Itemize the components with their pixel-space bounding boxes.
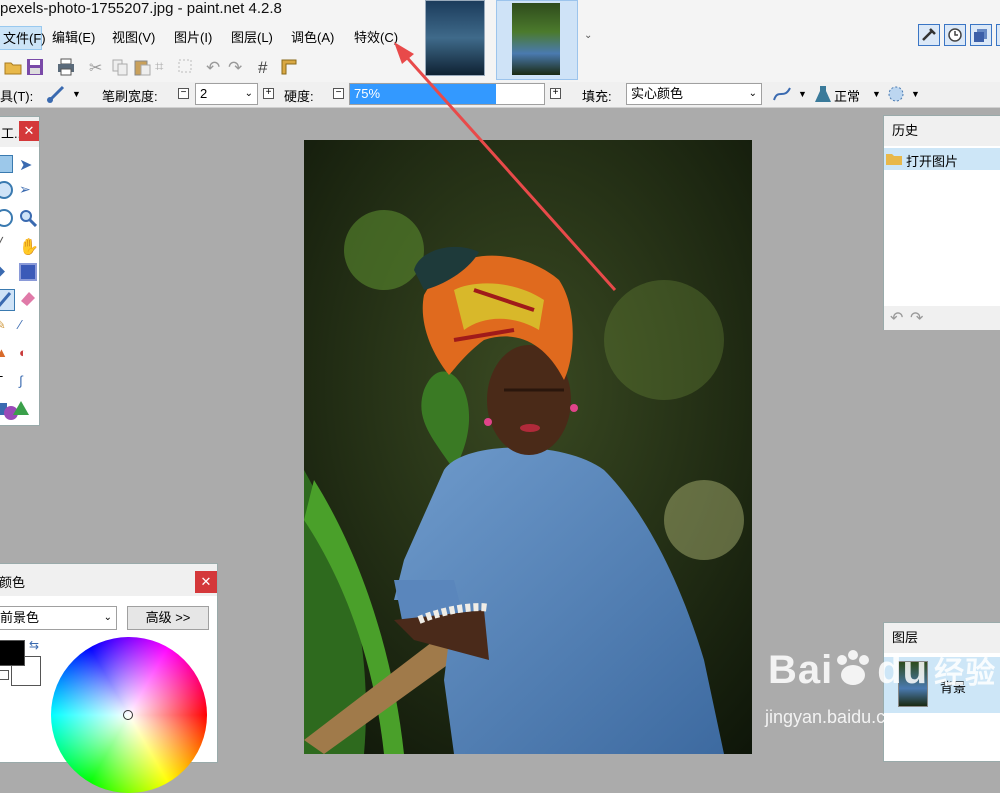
- annotation-arrow-icon: [394, 42, 617, 292]
- history-redo-icon[interactable]: ↷: [910, 308, 923, 328]
- zoom-icon[interactable]: [19, 209, 38, 228]
- chevron-down-icon: ⌄: [748, 88, 757, 99]
- paw-icon: [832, 648, 874, 690]
- menu-adjustments[interactable]: 调色(A): [287, 26, 338, 50]
- ellipse-select-icon[interactable]: [0, 181, 13, 199]
- history-item[interactable]: 打开图片: [884, 148, 1000, 170]
- recolor-icon[interactable]: ◐: [19, 345, 37, 363]
- selection-mode-dropdown-icon[interactable]: ▼: [911, 89, 920, 99]
- colors-title: 颜色: [0, 575, 26, 590]
- history-window-toggle-icon[interactable]: [944, 24, 966, 46]
- magic-wand-icon[interactable]: ╱: [0, 237, 13, 255]
- history-item-label: 打开图片: [906, 154, 959, 169]
- clone-stamp-icon[interactable]: ▲: [0, 345, 13, 363]
- fill-mode-value: 实心颜色: [631, 86, 684, 101]
- color-wheel-cursor[interactable]: [123, 710, 133, 720]
- primary-color-swatch[interactable]: [0, 640, 25, 666]
- undo-icon[interactable]: ↶: [206, 58, 224, 77]
- shapes-icon[interactable]: [0, 399, 31, 420]
- redo-icon[interactable]: ↷: [228, 58, 246, 77]
- move-selected-icon[interactable]: ➤: [19, 155, 37, 174]
- paint-bucket-icon[interactable]: ◆: [0, 263, 13, 281]
- tools-window-toggle-icon[interactable]: [918, 24, 940, 46]
- color-mode-value: 前景色: [0, 610, 40, 625]
- brush-width-value: 2: [200, 86, 208, 101]
- antialiasing-dropdown-icon[interactable]: ▼: [798, 89, 807, 99]
- ruler-icon[interactable]: [280, 58, 298, 76]
- layers-window-toggle-icon[interactable]: [970, 24, 992, 46]
- paintbrush-icon[interactable]: [46, 84, 66, 104]
- chevron-down-icon: ⌄: [103, 612, 112, 623]
- save-icon[interactable]: [26, 58, 44, 76]
- crop-icon[interactable]: ⌗: [155, 58, 173, 76]
- tools-panel-close-icon[interactable]: ✕: [19, 121, 39, 141]
- watermark-url: jingyan.baidu.com: [765, 707, 911, 727]
- menu-edit[interactable]: 编辑(E): [48, 26, 99, 50]
- copy-icon[interactable]: [111, 58, 129, 76]
- colors-window-toggle-icon[interactable]: [996, 24, 1000, 46]
- advanced-colors-button[interactable]: 高级 >>: [127, 606, 209, 630]
- menu-layers[interactable]: 图层(L): [227, 26, 277, 50]
- tool-label: 具(T):: [0, 89, 34, 104]
- colors-panel: 颜色 ✕ 前景色 ⌄ 高级 >> ⇆: [0, 563, 218, 793]
- history-title: 历史: [884, 116, 1000, 146]
- hardness-label: 硬度:: [284, 89, 314, 104]
- colors-panel-header: [0, 564, 217, 596]
- eraser-icon[interactable]: [19, 289, 37, 307]
- line-curve-icon[interactable]: ∫: [19, 373, 37, 391]
- lasso-select-icon[interactable]: [0, 209, 13, 227]
- move-selection-icon[interactable]: ➢: [19, 181, 37, 199]
- history-undo-icon[interactable]: ↶: [890, 308, 903, 328]
- blend-mode-icon[interactable]: [813, 84, 833, 104]
- deselect-icon[interactable]: [177, 58, 195, 76]
- brush-width-input[interactable]: 2 ⌄: [195, 83, 258, 105]
- color-wheel[interactable]: [51, 637, 207, 793]
- paintbrush-tool-icon[interactable]: [0, 289, 15, 311]
- color-picker-icon[interactable]: ⁄: [19, 317, 37, 335]
- rectangle-select-icon[interactable]: [0, 155, 13, 173]
- color-mode-dropdown[interactable]: 前景色 ⌄: [0, 606, 117, 630]
- window-title: pexels-photo-1755207.jpg - paint.net 4.2…: [0, 0, 282, 17]
- history-footer: ↶ ↷: [884, 306, 1000, 330]
- hardness-decrease-icon[interactable]: −: [333, 88, 344, 99]
- fill-mode-dropdown[interactable]: 实心颜色 ⌄: [626, 83, 762, 105]
- history-panel: 历史 打开图片 ↶ ↷: [883, 115, 1000, 330]
- pan-icon[interactable]: ✋: [19, 237, 39, 256]
- selection-mode-icon[interactable]: [886, 84, 906, 104]
- reset-colors-icon[interactable]: [0, 670, 9, 680]
- grid-icon[interactable]: #: [258, 58, 276, 77]
- gradient-icon[interactable]: [19, 263, 37, 281]
- baidu-watermark-logo: Bai du 经验: [768, 648, 997, 692]
- brush-width-decrease-icon[interactable]: −: [178, 88, 189, 99]
- print-icon[interactable]: [57, 58, 75, 76]
- blend-mode-value[interactable]: 正常: [834, 86, 860, 105]
- blend-mode-dropdown-icon[interactable]: ▼: [872, 89, 881, 99]
- open-folder-icon: [886, 151, 902, 165]
- menu-view[interactable]: 视图(V): [108, 26, 159, 50]
- menu-image[interactable]: 图片(I): [170, 26, 216, 50]
- text-icon[interactable]: T: [0, 373, 13, 391]
- brush-width-label: 笔刷宽度:: [102, 89, 158, 104]
- menu-file[interactable]: 文件(F): [0, 26, 46, 50]
- chevron-down-icon: ⌄: [244, 88, 253, 99]
- tools-panel: 工... ✕ ➤ ➢ ╱ ✋ ◆ ✎ ⁄ ▲ ◐ T ∫: [0, 116, 40, 426]
- open-folder-icon[interactable]: [4, 58, 22, 76]
- brush-width-increase-icon[interactable]: +: [263, 88, 274, 99]
- swap-colors-icon[interactable]: ⇆: [29, 638, 39, 652]
- cut-icon[interactable]: ✂: [89, 58, 107, 77]
- paste-icon[interactable]: [133, 58, 151, 76]
- tool-dropdown-icon[interactable]: ▼: [72, 89, 81, 99]
- hardness-value: 75%: [354, 86, 381, 101]
- colors-panel-close-icon[interactable]: ✕: [195, 571, 217, 593]
- pencil-icon[interactable]: ✎: [0, 317, 13, 335]
- antialiasing-icon[interactable]: [772, 84, 792, 104]
